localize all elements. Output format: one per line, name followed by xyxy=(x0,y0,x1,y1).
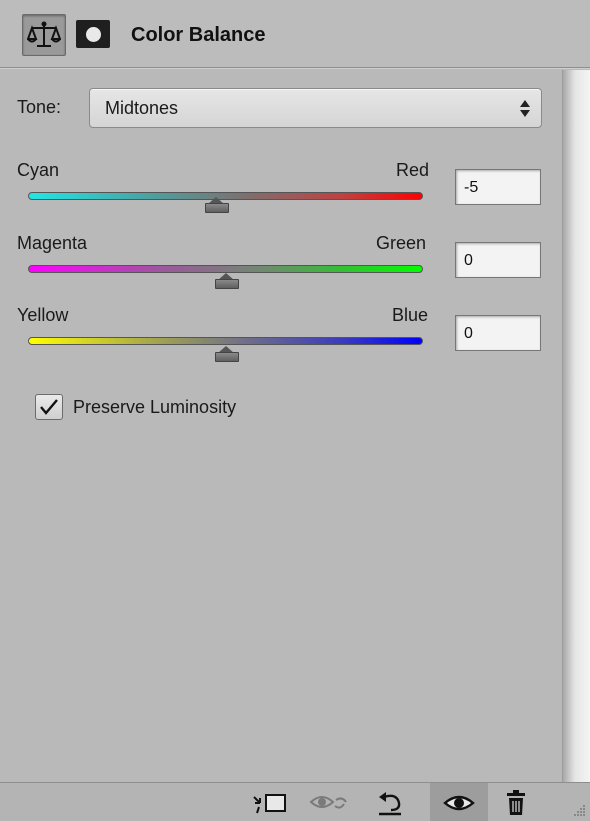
magenta-green-slider-thumb[interactable] xyxy=(214,273,239,289)
scrollbar[interactable] xyxy=(562,70,590,782)
tone-label: Tone: xyxy=(17,97,62,117)
layer-mask-icon[interactable] xyxy=(76,20,110,48)
toggle-visibility-icon[interactable] xyxy=(436,783,482,821)
cyan-red-value-input[interactable]: -5 xyxy=(455,169,541,205)
tone-select-value: Midtones xyxy=(105,98,179,118)
reset-icon[interactable] xyxy=(372,783,408,821)
view-previous-state-icon[interactable] xyxy=(308,783,352,821)
scales-icon[interactable] xyxy=(22,14,66,56)
cyan-red-slider-thumb[interactable] xyxy=(204,197,229,213)
yellow-blue-slider-thumb[interactable] xyxy=(214,346,239,362)
cyan-label: Cyan xyxy=(17,160,60,180)
updown-arrows-icon xyxy=(519,97,531,119)
magenta-green-slider-track[interactable] xyxy=(28,265,423,273)
magenta-label: Magenta xyxy=(17,233,88,253)
tone-select[interactable]: Midtones xyxy=(89,88,542,128)
yellow-blue-value-input[interactable]: 0 xyxy=(455,315,541,351)
color-balance-panel: Color Balance Tone: Midtones Cyan Red -5… xyxy=(0,0,590,821)
yellow-blue-slider-track[interactable] xyxy=(28,337,423,345)
resize-grip-icon[interactable] xyxy=(572,803,586,817)
blue-label: Blue xyxy=(392,305,429,325)
magenta-green-value-input[interactable]: 0 xyxy=(455,242,541,278)
panel-title: Color Balance xyxy=(131,24,266,46)
delete-icon[interactable] xyxy=(500,783,532,821)
yellow-label: Yellow xyxy=(17,305,69,325)
preserve-luminosity-label: Preserve Luminosity xyxy=(73,397,237,417)
clip-to-layer-icon[interactable] xyxy=(250,783,290,821)
checkmark-icon xyxy=(40,399,58,415)
panel-header: Color Balance xyxy=(0,0,590,69)
panel-footer xyxy=(0,782,590,821)
preserve-luminosity-checkbox[interactable] xyxy=(35,394,63,420)
red-label: Red xyxy=(396,160,430,180)
green-label: Green xyxy=(376,233,427,253)
